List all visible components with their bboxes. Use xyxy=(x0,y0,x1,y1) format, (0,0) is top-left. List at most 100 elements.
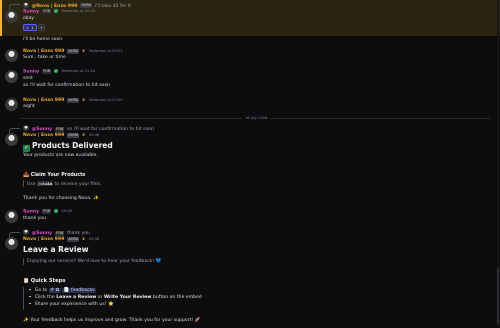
text: or xyxy=(97,295,103,300)
message-text: Sure.. take ur time xyxy=(23,55,66,60)
message-header: Sunny FDB ✓ 00:46 xyxy=(23,209,72,215)
reply-author[interactable]: @Nova | Enzo 999 xyxy=(31,4,77,9)
avatar[interactable] xyxy=(5,70,18,83)
message-text: so i'll wait for confirmation to hit soo… xyxy=(23,83,111,88)
author-name[interactable]: Sunny xyxy=(23,69,39,74)
step-item: Click the Leave a Review or Write Your R… xyxy=(29,295,202,301)
reaction-count: 1 xyxy=(31,25,34,30)
step-item: Share your experience with us! ⭐ xyxy=(29,302,114,308)
message-header: Nova | Enzo 999 AURA ♛ Yesterday at 22:0… xyxy=(23,97,123,104)
server-tag: FDB xyxy=(42,209,52,214)
delivered-heading: ✓ Products Delivered xyxy=(23,141,113,152)
message-text: Your feedback helps us improve and grow.… xyxy=(30,318,194,323)
server-tag: AURA xyxy=(67,97,80,103)
steps-heading: 📋 Quick Steps xyxy=(23,278,65,285)
channel-mention[interactable]: # ✿ xyxy=(48,288,61,293)
server-tag: FDB xyxy=(42,9,52,14)
heading-title: Products Delivered xyxy=(32,141,113,150)
channel-mention[interactable]: 📄 feedbacks xyxy=(62,288,97,293)
reaction-emoji: + xyxy=(26,25,30,30)
check-icon: ✓ xyxy=(23,144,30,152)
bold-text: Write Your Review xyxy=(103,295,152,300)
scrollbar-thumb[interactable] xyxy=(496,268,499,324)
crown-icon: ♛ xyxy=(81,132,86,137)
timestamp: Yesterday at 20:00 xyxy=(61,9,96,14)
text: Enjoying our service? We'd love to hear … xyxy=(27,259,155,264)
server-tag: AURA xyxy=(67,236,80,242)
timestamp: 00:46 xyxy=(88,237,100,241)
subheading: Claim Your Products xyxy=(30,173,86,178)
reply-text: i'll take $5 for it xyxy=(94,3,131,9)
timestamp: Yesterday at 20:03 xyxy=(88,49,123,53)
rocket-icon: 🚀 xyxy=(194,318,201,323)
text: to receive your files. xyxy=(54,182,102,187)
avatar[interactable] xyxy=(5,49,18,62)
server-tag: FDB xyxy=(55,126,65,132)
star-icon: ⭐ xyxy=(108,302,114,307)
claim-instruction: Use /claim to receive your files. xyxy=(27,181,102,188)
avatar[interactable] xyxy=(5,10,18,23)
server-tag: AURA xyxy=(67,132,80,138)
command-code[interactable]: /claim xyxy=(37,181,54,186)
bold-text: Leave a Review xyxy=(56,295,97,300)
timestamp: Yesterday at 22:05 xyxy=(88,98,123,102)
author-name[interactable]: Sunny xyxy=(23,9,39,14)
author-name[interactable]: Nova | Enzo 999 xyxy=(23,98,64,103)
verified-icon: ✓ xyxy=(53,69,59,74)
message-text: okay xyxy=(23,16,34,21)
author-name[interactable]: Nova | Enzo 999 xyxy=(23,133,64,138)
review-intro: Enjoying our service? We'd love to hear … xyxy=(27,259,161,265)
text: button on the embed xyxy=(152,295,202,300)
blockquote-bar xyxy=(23,287,25,310)
sparkle-icon: ✨ xyxy=(23,318,29,323)
verified-icon: ✓ xyxy=(53,9,59,14)
message-text: thank you xyxy=(23,216,47,221)
bullet-icon xyxy=(29,288,31,291)
bullet-icon xyxy=(29,302,31,305)
inbox-icon: 📥 xyxy=(23,172,30,178)
date-divider-label: 16 July 2026 xyxy=(242,115,271,121)
crown-icon: ♛ xyxy=(81,48,86,53)
text: Go to xyxy=(34,288,48,293)
author-name[interactable]: Nova | Enzo 999 xyxy=(23,237,64,242)
author-name[interactable]: Sunny xyxy=(23,209,39,214)
blockquote-bar xyxy=(23,258,25,265)
server-tag: FDB xyxy=(42,69,52,74)
avatar[interactable] xyxy=(5,98,18,111)
text: Use xyxy=(27,182,36,187)
author-name[interactable]: Nova | Enzo 999 xyxy=(23,49,64,54)
message-header: Sunny FDB ✓ Yesterday at 20:00 xyxy=(23,9,95,15)
message-text: sent xyxy=(23,76,33,81)
add-reaction-button[interactable]: + xyxy=(38,24,45,31)
clipboard-icon: 📋 xyxy=(23,278,30,284)
step-item: Go to # ✿ 📄 feedbacks xyxy=(29,288,97,294)
subheading: Quick Steps xyxy=(30,278,66,284)
crown-icon: ♛ xyxy=(81,236,86,241)
server-tag: FDB xyxy=(55,230,65,236)
review-footer: ✨ Your feedback helps us improve and gro… xyxy=(23,318,200,324)
bullet-icon xyxy=(29,295,31,298)
timestamp: 00:46 xyxy=(61,209,72,214)
thanks-line: Thank you for choosing Nova. ✨ xyxy=(23,196,99,202)
reaction-chip[interactable]: + 1 xyxy=(23,24,37,31)
avatar[interactable] xyxy=(5,133,18,146)
avatar[interactable] xyxy=(5,210,18,223)
server-tag: AURA xyxy=(80,3,93,9)
message-text: Thank you for choosing Nova. xyxy=(23,196,92,201)
message-header: Nova | Enzo 999 AURA ♛ 00:46 xyxy=(23,132,99,139)
page-icon: 📄 xyxy=(63,288,70,293)
text: Click the xyxy=(34,295,55,300)
avatar xyxy=(23,229,29,235)
message-text: aight xyxy=(23,104,35,109)
timestamp: Yesterday at 21:04 xyxy=(61,69,96,74)
timestamp: 00:46 xyxy=(88,133,100,137)
claim-heading: 📥 Claim Your Products xyxy=(23,172,85,179)
add-reaction-icon: + xyxy=(39,25,44,30)
avatar xyxy=(23,125,29,131)
avatar[interactable] xyxy=(5,237,18,250)
avatar xyxy=(23,1,29,8)
sparkle-icon: ✨ xyxy=(92,196,99,201)
heart-icon: 💙 xyxy=(155,259,162,264)
message-header: Nova | Enzo 999 AURA ♛ 00:46 xyxy=(23,236,99,243)
message-header: Sunny FDB ✓ Yesterday at 21:04 xyxy=(23,69,95,75)
